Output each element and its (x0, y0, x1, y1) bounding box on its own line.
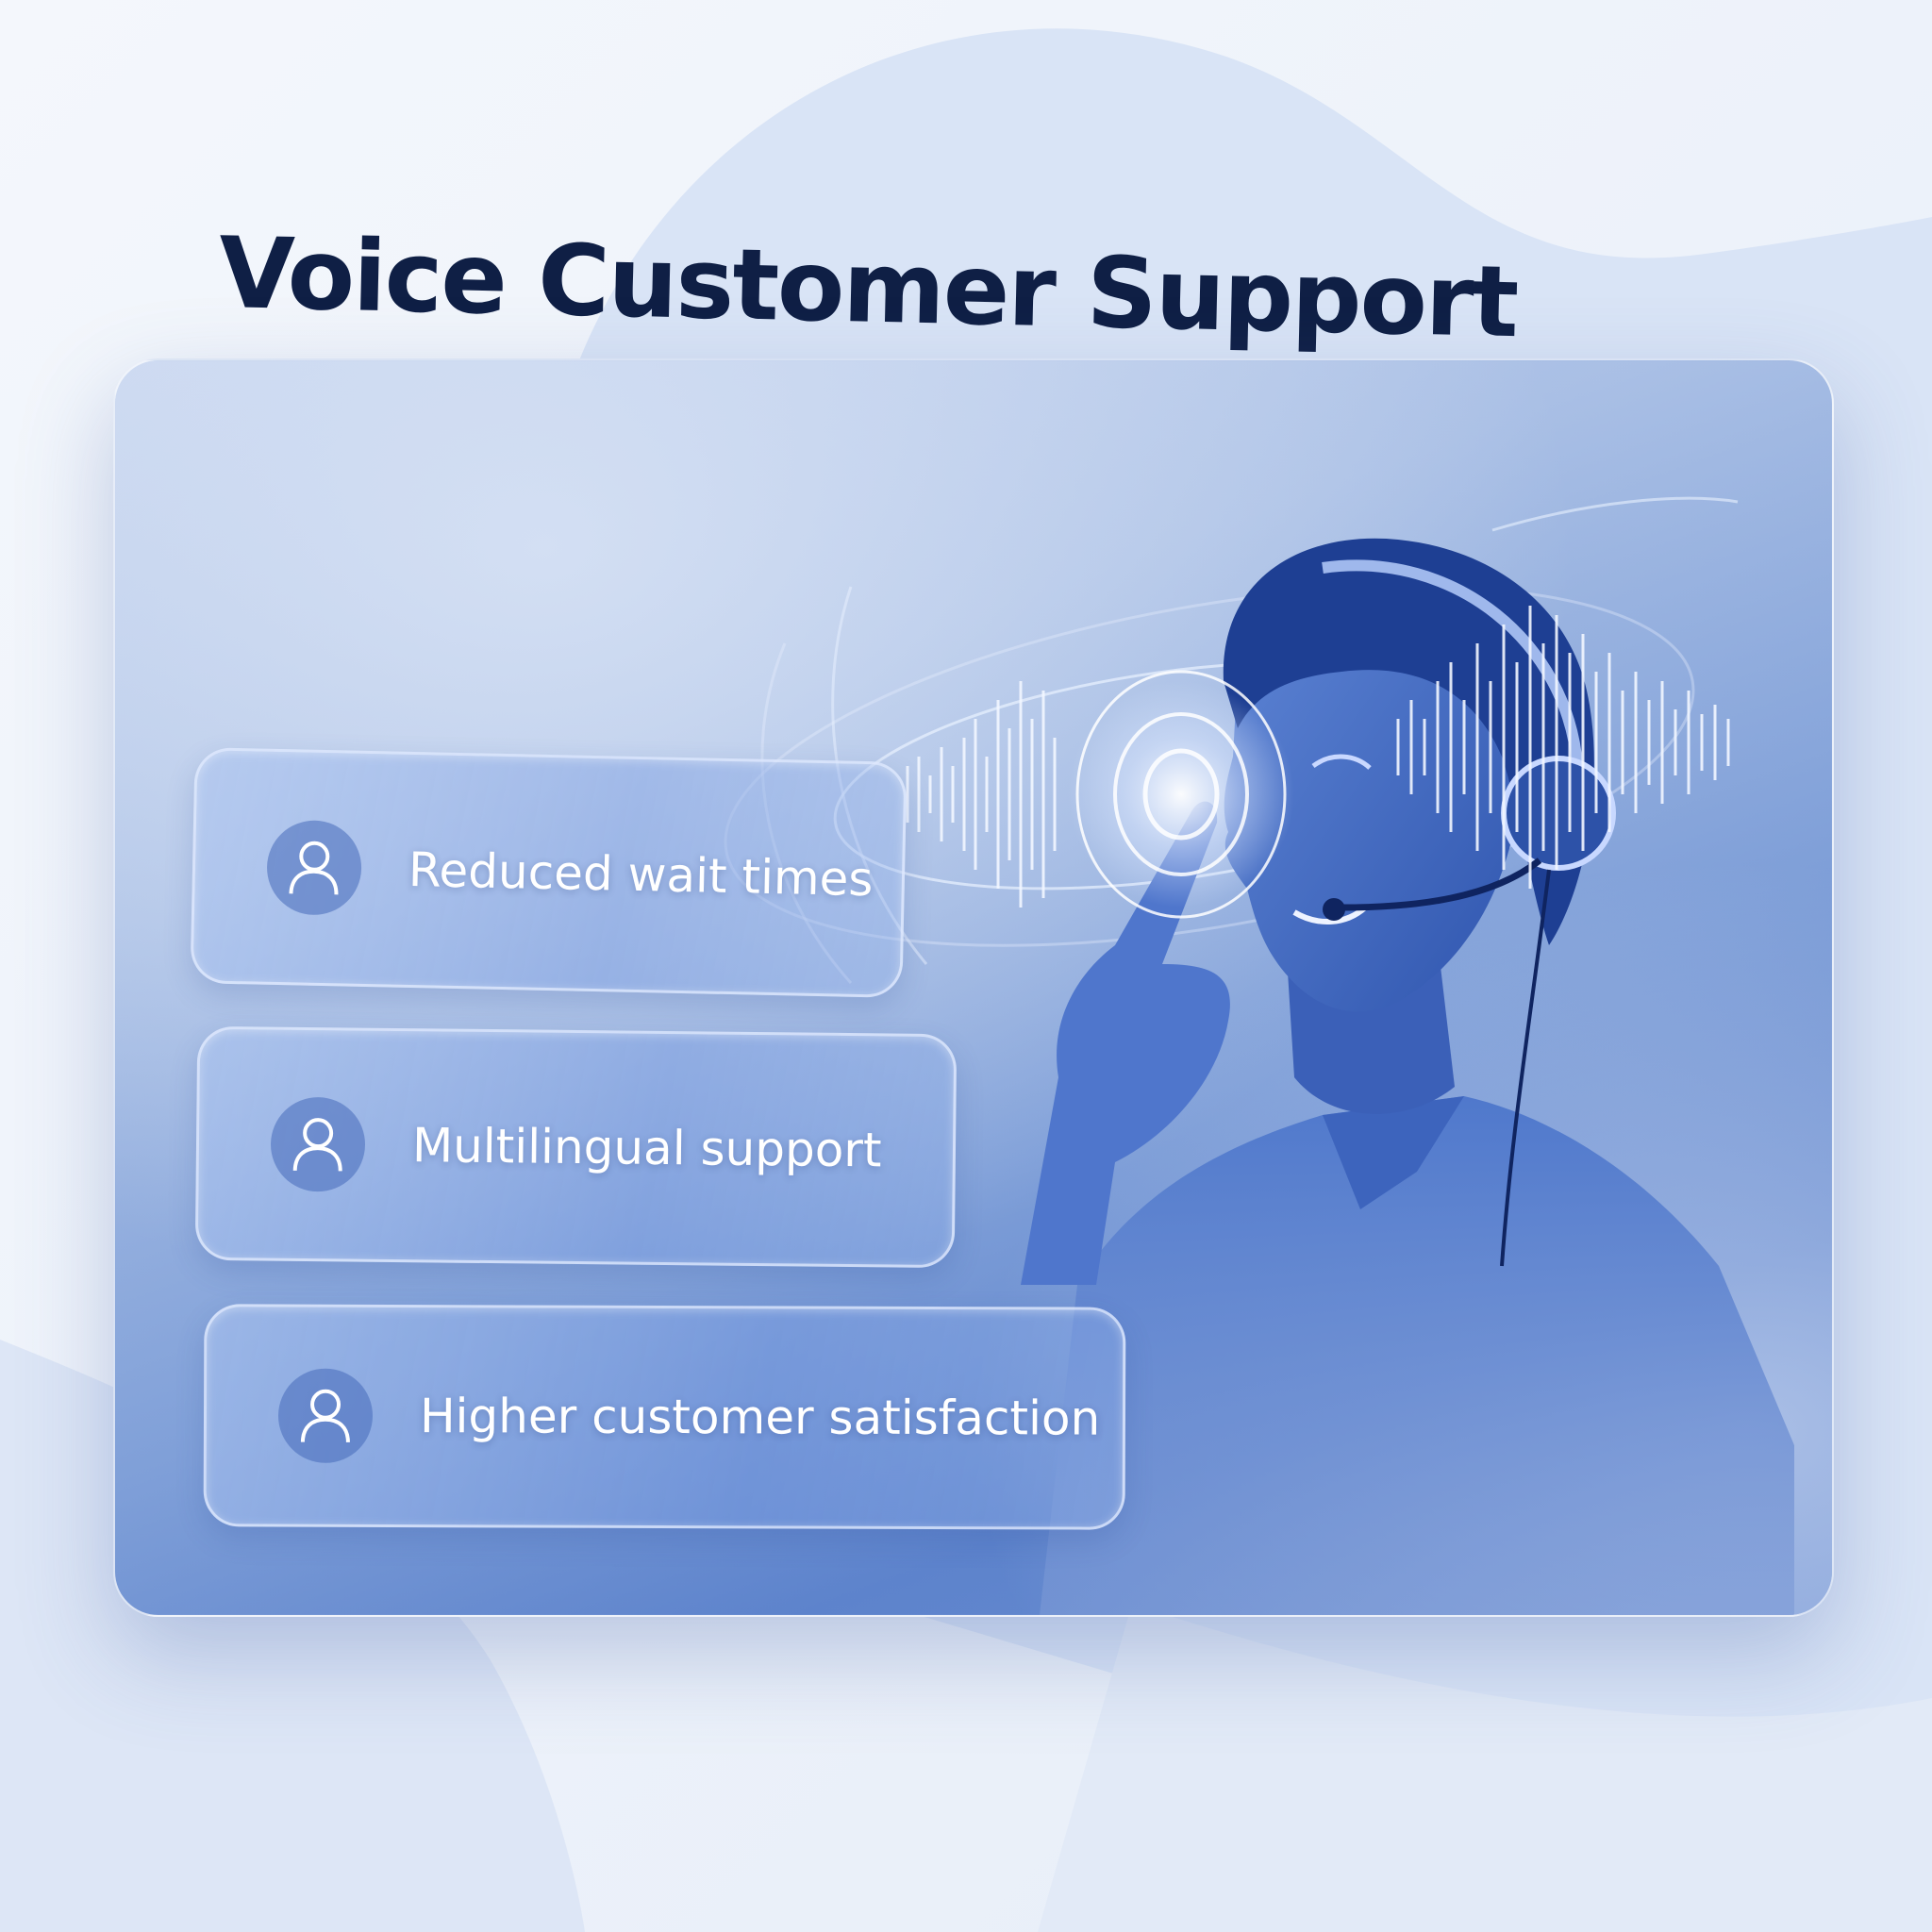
feature-card-multilingual-support[interactable]: Multilingual support (194, 1025, 958, 1269)
user-icon (270, 1096, 366, 1192)
feature-card-reduced-wait-times[interactable]: Reduced wait times (190, 747, 908, 998)
user-icon-glyph (289, 841, 339, 895)
sound-wave-left (906, 681, 1057, 908)
user-icon-glyph (292, 1118, 342, 1172)
feature-card-higher-customer-satisfaction[interactable]: Higher customer satisfaction (203, 1304, 1126, 1530)
user-icon (266, 819, 363, 916)
headset-mic (1323, 898, 1345, 921)
agent-shirt (1040, 1096, 1794, 1615)
user-icon (277, 1368, 374, 1463)
user-icon-glyph (300, 1389, 350, 1442)
feature-label: Reduced wait times (408, 841, 874, 908)
feature-label: Multilingual support (411, 1118, 882, 1178)
feature-label: Higher customer satisfaction (419, 1389, 1101, 1446)
